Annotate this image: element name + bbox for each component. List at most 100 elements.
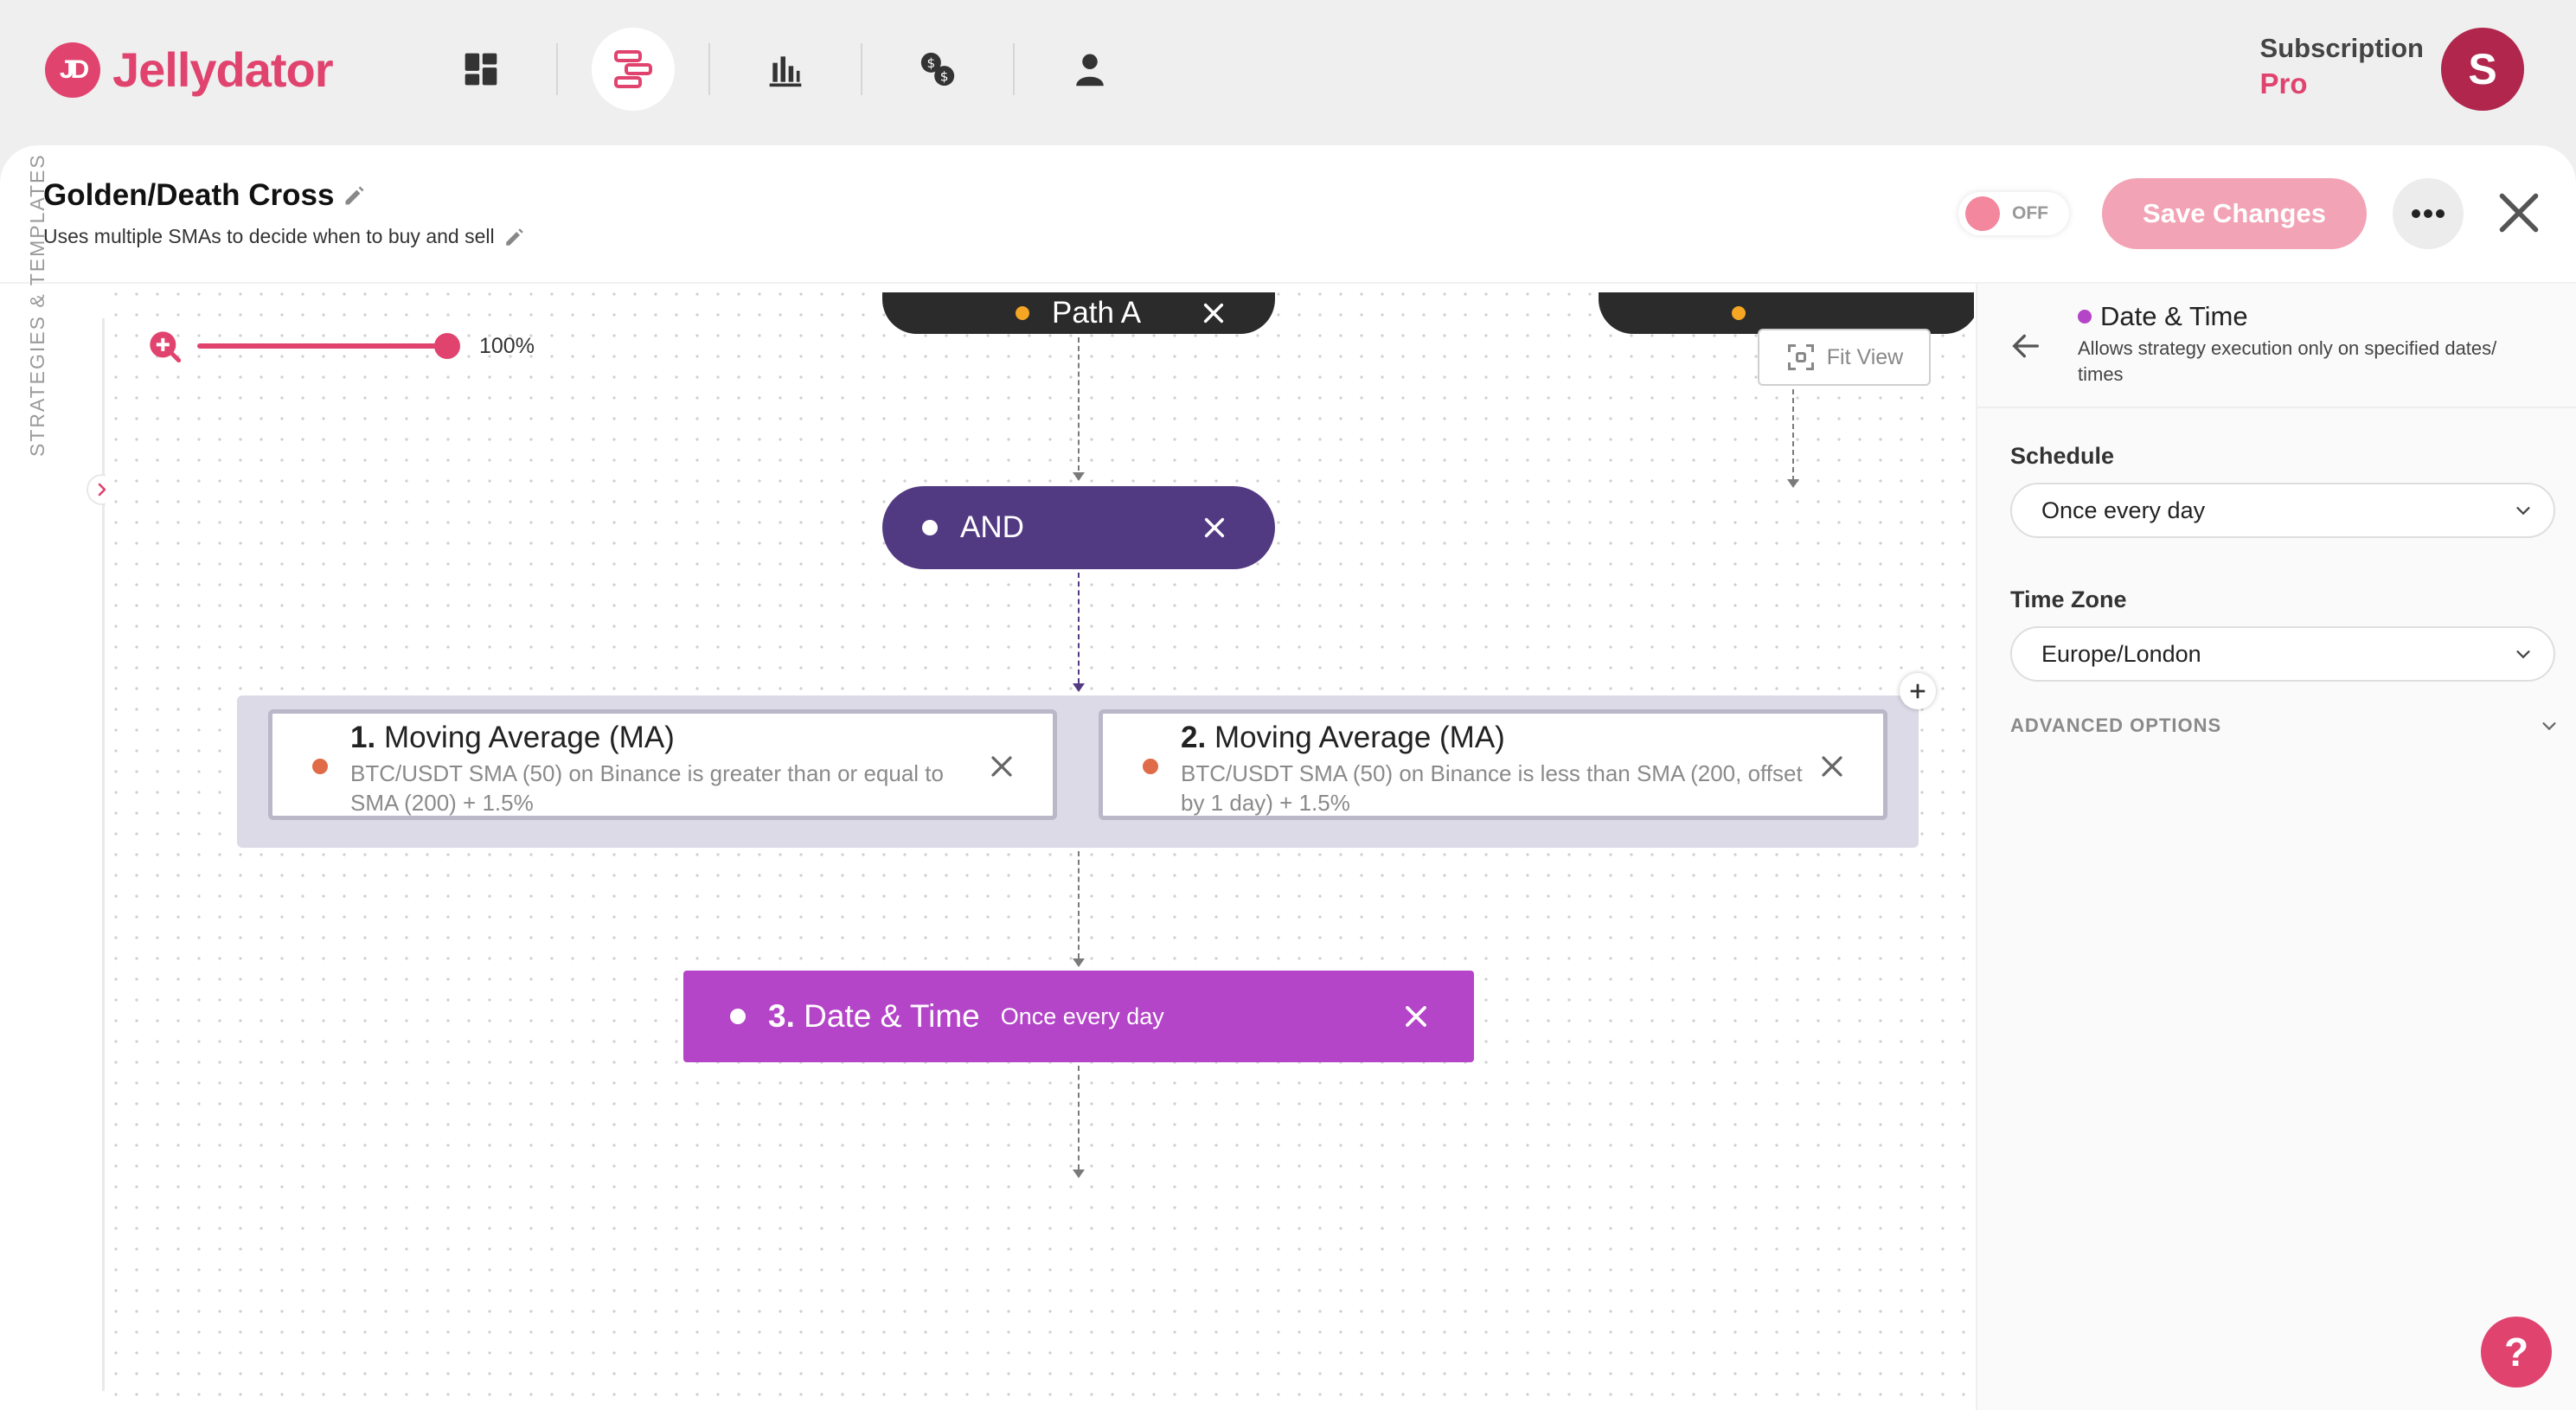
fit-view-icon: [1787, 344, 1814, 370]
advanced-options-toggle[interactable]: ADVANCED OPTIONS: [2010, 715, 2559, 737]
account-icon: [1076, 54, 1104, 87]
condition-name: Moving Average (MA): [1214, 721, 1505, 754]
nav-exchange[interactable]: $ $: [896, 28, 979, 111]
status-dot: [730, 1009, 746, 1024]
edit-description-icon[interactable]: [503, 226, 526, 248]
condition-description: BTC/USDT SMA (50) on Binance is greater …: [350, 760, 944, 816]
date-time-node-title: 3. Date & Time: [768, 998, 980, 1035]
node-number: 3.: [768, 998, 795, 1034]
templates-rail: STRATEGIES & TEMPLATES: [0, 153, 118, 1410]
strategies-icon: [614, 50, 652, 88]
templates-rail-label[interactable]: STRATEGIES & TEMPLATES: [26, 153, 49, 457]
connector-arrow: [1073, 683, 1085, 692]
zoom-control: 100%: [147, 329, 535, 363]
subscription-label: Subscription: [2259, 33, 2424, 63]
settings-header: Date & Time Allows strategy execution on…: [1977, 284, 2576, 408]
and-node[interactable]: AND: [882, 486, 1275, 569]
zoom-slider-thumb[interactable]: [434, 333, 460, 359]
close-icon: [2499, 193, 2539, 233]
settings-title: Date & Time: [2100, 301, 2248, 331]
remove-node-icon[interactable]: [1403, 1003, 1429, 1029]
nav-account[interactable]: [1048, 28, 1131, 111]
top-bar: JD Jellydator $ $ Subscription Pro S: [0, 0, 2576, 145]
date-time-node-subtitle: Once every day: [1000, 1003, 1164, 1029]
settings-description: Allows strategy execution only on specif…: [2078, 337, 2497, 385]
timezone-value: Europe/London: [2041, 640, 2201, 667]
nav-strategies[interactable]: [592, 28, 675, 111]
condition-number: 1.: [350, 721, 376, 754]
condition-number: 2.: [1181, 721, 1207, 754]
remove-condition-icon[interactable]: [989, 753, 1015, 779]
remove-node-icon[interactable]: [1201, 301, 1226, 325]
save-changes-button[interactable]: Save Changes: [2102, 178, 2367, 249]
schedule-label: Schedule: [2010, 443, 2115, 469]
more-icon: [2412, 209, 2445, 218]
add-condition-button[interactable]: [1900, 673, 1936, 709]
status-dot: [1143, 759, 1158, 774]
condition-card-2[interactable]: 2. Moving Average (MA) BTC/USDT SMA (50)…: [1099, 709, 1887, 820]
charts-icon: [769, 56, 802, 87]
nav-dashboard[interactable]: [439, 28, 522, 111]
svg-text:$: $: [926, 55, 935, 71]
strategy-description-row: Uses multiple SMAs to decide when to buy…: [43, 225, 526, 248]
remove-condition-icon[interactable]: [1819, 753, 1845, 779]
main-nav: $ $: [439, 28, 1131, 111]
timezone-select[interactable]: Europe/London: [2010, 626, 2555, 682]
status-dot: [1732, 306, 1746, 320]
avatar[interactable]: S: [2441, 28, 2524, 111]
connector-line: [1792, 389, 1794, 481]
schedule-select[interactable]: Once every day: [2010, 483, 2555, 538]
back-arrow-icon[interactable]: [2009, 329, 2043, 363]
condition-group: 1. Moving Average (MA) BTC/USDT SMA (50)…: [237, 695, 1919, 848]
zoom-slider[interactable]: [197, 333, 460, 359]
condition-name: Moving Average (MA): [383, 721, 675, 754]
status-dot: [1016, 306, 1029, 320]
date-time-node[interactable]: 3. Date & Time Once every day: [683, 971, 1474, 1062]
subscription-info[interactable]: Subscription Pro: [2260, 33, 2424, 100]
subscription-plan: Pro: [2259, 67, 2308, 99]
node-name: Date & Time: [804, 998, 980, 1034]
zoom-in-icon[interactable]: [147, 329, 182, 363]
nav-divider: [556, 43, 558, 95]
condition-title: 1. Moving Average (MA): [350, 721, 675, 755]
logo-mark: JD: [45, 42, 100, 98]
fit-view-button[interactable]: Fit View: [1758, 329, 1931, 386]
condition-card-1[interactable]: 1. Moving Average (MA) BTC/USDT SMA (50)…: [268, 709, 1057, 820]
app-name: Jellydator: [112, 42, 334, 97]
connector-line: [1078, 337, 1080, 471]
schedule-value: Once every day: [2041, 497, 2206, 523]
strategy-description: Uses multiple SMAs to decide when to buy…: [43, 225, 495, 247]
edit-title-icon[interactable]: [343, 183, 367, 208]
connector-arrow: [1073, 472, 1085, 481]
connector-arrow: [1073, 1170, 1085, 1178]
zoom-value: 100%: [479, 333, 535, 358]
more-options-button[interactable]: [2393, 178, 2464, 249]
help-icon: ?: [2503, 1330, 2529, 1375]
timezone-label: Time Zone: [2010, 586, 2127, 612]
chevron-down-icon: [2516, 651, 2530, 659]
logo[interactable]: JD Jellydator: [45, 42, 334, 98]
strategy-active-toggle[interactable]: OFF: [1958, 192, 2069, 235]
node-settings-panel: Date & Time Allows strategy execution on…: [1976, 284, 2576, 1410]
close-editor-button[interactable]: [2491, 185, 2547, 240]
condition-title: 2. Moving Average (MA): [1181, 721, 1505, 755]
strategy-canvas[interactable]: 100% Path A Fit View AND 1. Moving Avera…: [106, 284, 1974, 1410]
connector-line: [1078, 1066, 1080, 1170]
help-button[interactable]: ?: [2481, 1317, 2552, 1388]
toggle-label: OFF: [2012, 203, 2048, 223]
nav-charts[interactable]: [744, 28, 827, 111]
status-dot: [922, 520, 938, 535]
plus-icon: [1910, 683, 1926, 699]
toggle-knob: [1965, 196, 2000, 231]
connector-line: [1078, 573, 1080, 683]
chevron-down-icon: [2542, 722, 2556, 731]
path-b-node[interactable]: [1599, 292, 1974, 334]
and-label: AND: [960, 510, 1024, 544]
strategy-header: Golden/Death Cross Uses multiple SMAs to…: [0, 145, 2576, 284]
strategy-title-row: Golden/Death Cross: [43, 178, 367, 213]
connector-line: [1078, 851, 1080, 958]
nav-divider: [1013, 43, 1015, 95]
path-a-node[interactable]: Path A: [882, 292, 1275, 334]
exchange-icon: $ $: [920, 52, 955, 87]
remove-node-icon[interactable]: [1202, 516, 1227, 540]
